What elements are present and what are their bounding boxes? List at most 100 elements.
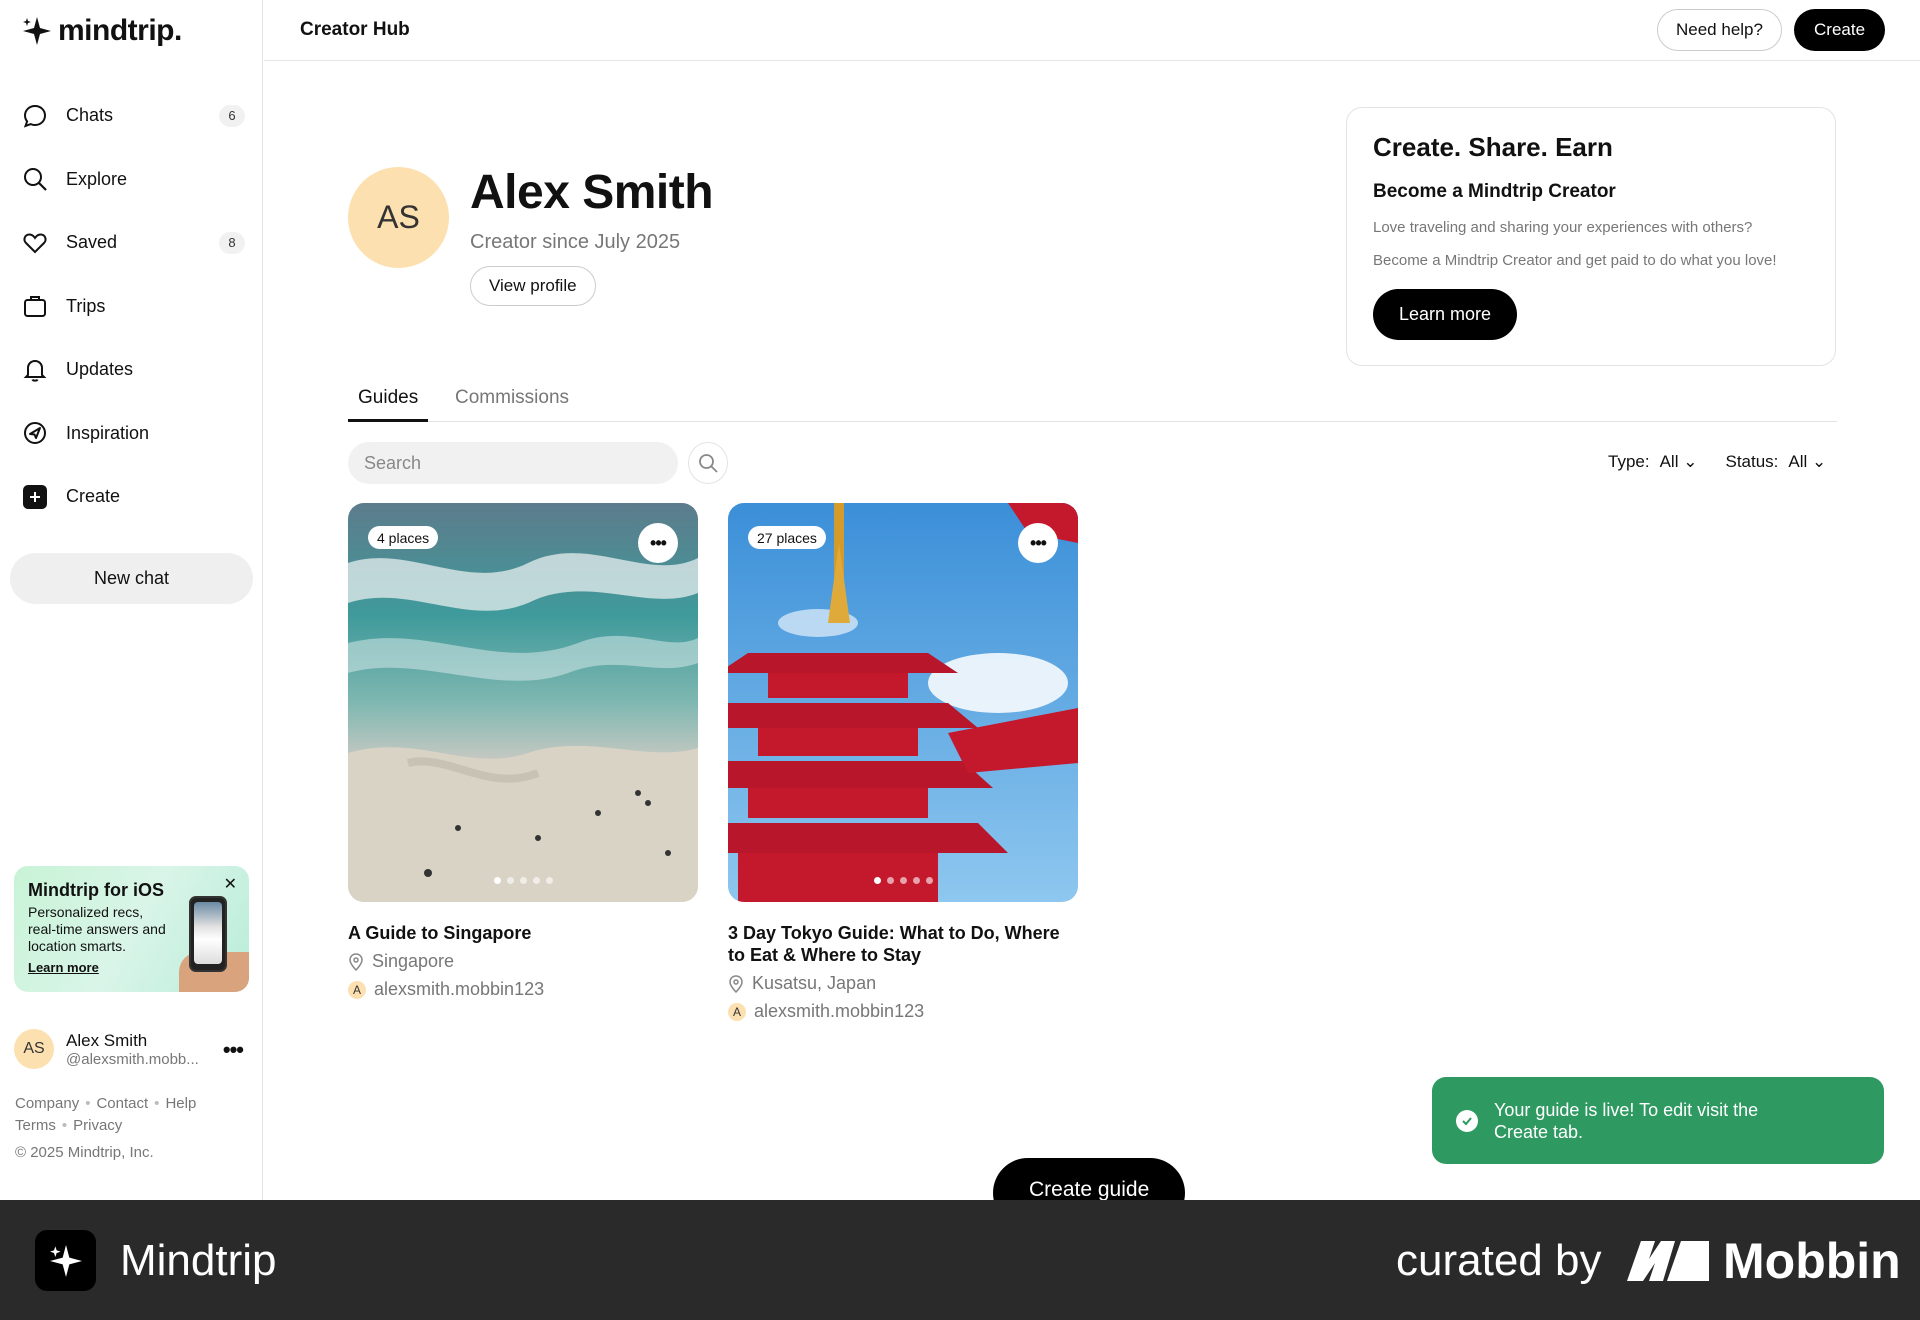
need-help-button[interactable]: Need help? — [1657, 9, 1782, 51]
search-button[interactable] — [688, 442, 728, 484]
profile-avatar: AS — [348, 167, 449, 268]
location-pin-icon — [349, 952, 363, 971]
search-input[interactable]: Search — [348, 442, 678, 484]
guide-title[interactable]: 3 Day Tokyo Guide: What to Do, Where to … — [728, 922, 1078, 966]
profile-name: Alex Smith — [470, 166, 714, 219]
status-filter-select[interactable]: All ⌄ — [1788, 452, 1826, 472]
mobbin-logo: Mobbin — [1627, 1232, 1901, 1290]
sidebar-item-create[interactable]: Create — [0, 465, 263, 529]
mindtrip-app-icon — [35, 1230, 96, 1291]
sidebar-item-inspiration[interactable]: Inspiration — [0, 402, 263, 466]
mobbin-mark-icon — [1627, 1241, 1709, 1281]
chevron-down-icon: ⌄ — [1683, 452, 1698, 471]
more-options-button[interactable]: ••• — [1018, 523, 1058, 563]
type-filter-select[interactable]: All ⌄ — [1660, 452, 1698, 472]
page-title: Creator Hub — [300, 19, 410, 40]
sidebar: mindtrip. Chats 6 Explore Saved 8 Trips — [0, 0, 263, 1200]
sidebar-item-saved[interactable]: Saved 8 — [0, 211, 263, 275]
sidebar-item-trips[interactable]: Trips — [0, 275, 263, 339]
guide-image[interactable]: 4 places ••• — [348, 503, 698, 902]
create-button[interactable]: Create — [1794, 9, 1886, 51]
search-icon — [24, 168, 47, 192]
location-pin-icon — [729, 974, 743, 993]
tab-bar: Guides Commissions — [348, 381, 1837, 422]
new-chat-button[interactable]: New chat — [10, 553, 253, 604]
bell-icon — [23, 359, 47, 382]
ios-promo-card[interactable]: Mindtrip for iOS Personalized recs, real… — [14, 866, 249, 992]
guide-image[interactable]: 27 places ••• — [728, 503, 1078, 902]
user-account-row[interactable]: AS Alex Smith @alexsmith.mobb... ••• — [14, 1027, 249, 1071]
phone-icon — [189, 896, 227, 972]
sidebar-nav: Chats 6 Explore Saved 8 Trips Updates In… — [0, 84, 263, 529]
sidebar-item-label: Chats — [66, 105, 114, 126]
places-count-badge: 27 places — [748, 526, 826, 549]
banner-app-name: Mindtrip — [120, 1236, 277, 1285]
guide-author: A alexsmith.mobbin123 — [728, 1001, 1078, 1022]
ios-card-desc: Personalized recs, real-time answers and… — [28, 904, 166, 954]
status-filter-label: Status: — [1725, 452, 1779, 471]
help-link[interactable]: Help — [165, 1095, 196, 1112]
logo[interactable]: mindtrip. — [22, 14, 182, 48]
check-icon — [1456, 1109, 1478, 1132]
suitcase-icon — [24, 296, 46, 318]
close-icon[interactable]: ✕ — [224, 874, 237, 894]
guide-card[interactable]: 27 places ••• 3 Day Tokyo Guide: What to… — [728, 503, 1078, 1022]
company-link[interactable]: Company — [15, 1095, 79, 1112]
heart-icon — [23, 233, 47, 254]
top-bar: Creator Hub Need help? Create — [264, 0, 1920, 61]
plus-icon — [23, 484, 47, 509]
author-avatar: A — [728, 1002, 746, 1021]
privacy-link[interactable]: Privacy — [73, 1117, 122, 1134]
guide-location: Kusatsu, Japan — [728, 973, 1078, 994]
filters: Type: All ⌄ Status: All ⌄ — [1608, 452, 1826, 472]
toast-message: Your guide is live! To edit visit the Cr… — [1494, 1099, 1759, 1142]
footer-links: Company • Contact • Help Terms • Privacy — [15, 1095, 197, 1134]
creator-promo-card: Create. Share. Earn Become a Mindtrip Cr… — [1346, 107, 1836, 366]
attribution-banner: Mindtrip curated by Mobbin — [0, 1200, 1920, 1320]
sidebar-item-label: Inspiration — [66, 422, 150, 443]
sidebar-item-label: Create — [66, 486, 121, 507]
more-icon[interactable]: ••• — [223, 1037, 244, 1063]
carousel-dots[interactable] — [348, 877, 698, 884]
contact-link[interactable]: Contact — [96, 1095, 148, 1112]
author-avatar: A — [348, 980, 366, 999]
more-options-button[interactable]: ••• — [638, 523, 678, 563]
sidebar-item-label: Saved — [66, 232, 118, 253]
sidebar-item-updates[interactable]: Updates — [0, 338, 263, 402]
sidebar-item-explore[interactable]: Explore — [0, 148, 263, 212]
chevron-down-icon: ⌄ — [1812, 452, 1827, 471]
location-text: Kusatsu, Japan — [752, 973, 877, 993]
carousel-dots[interactable] — [728, 877, 1078, 884]
search-icon — [699, 454, 718, 473]
chats-count-badge: 6 — [219, 104, 245, 127]
guide-author: A alexsmith.mobbin123 — [348, 979, 698, 1000]
tab-commissions[interactable]: Commissions — [445, 387, 579, 422]
sidebar-item-chats[interactable]: Chats 6 — [0, 84, 263, 148]
type-filter-label: Type: — [1608, 452, 1650, 471]
user-name: Alex Smith — [66, 1030, 148, 1050]
tab-guides[interactable]: Guides — [348, 387, 429, 422]
view-profile-button[interactable]: View profile — [470, 266, 596, 306]
learn-more-button[interactable]: Learn more — [1373, 289, 1518, 340]
author-name: alexsmith.mobbin123 — [754, 1001, 925, 1021]
mobbin-text: Mobbin — [1723, 1233, 1901, 1289]
location-text: Singapore — [372, 951, 455, 971]
promo-title: Create. Share. Earn — [1373, 132, 1613, 162]
guide-card[interactable]: 4 places ••• A Guide to Singapore Singap… — [348, 503, 698, 1000]
author-name: alexsmith.mobbin123 — [374, 979, 545, 999]
sidebar-item-label: Trips — [66, 295, 106, 316]
terms-link[interactable]: Terms — [15, 1117, 56, 1134]
guide-title[interactable]: A Guide to Singapore — [348, 922, 698, 944]
chat-icon — [23, 104, 47, 128]
sidebar-item-label: Explore — [66, 168, 128, 189]
guide-location: Singapore — [348, 951, 698, 972]
creator-since: Creator since July 2025 — [470, 231, 681, 253]
sidebar-item-label: Updates — [66, 359, 134, 380]
beach-aerial-image — [348, 503, 698, 902]
avatar: AS — [14, 1029, 54, 1069]
promo-text: Become a Mindtrip Creator and get paid t… — [1373, 252, 1777, 269]
copyright: © 2025 Mindtrip, Inc. — [15, 1144, 154, 1161]
create-guide-button[interactable]: Create guide — [993, 1158, 1186, 1200]
saved-count-badge: 8 — [219, 231, 245, 254]
logo-text: mindtrip. — [58, 14, 182, 47]
